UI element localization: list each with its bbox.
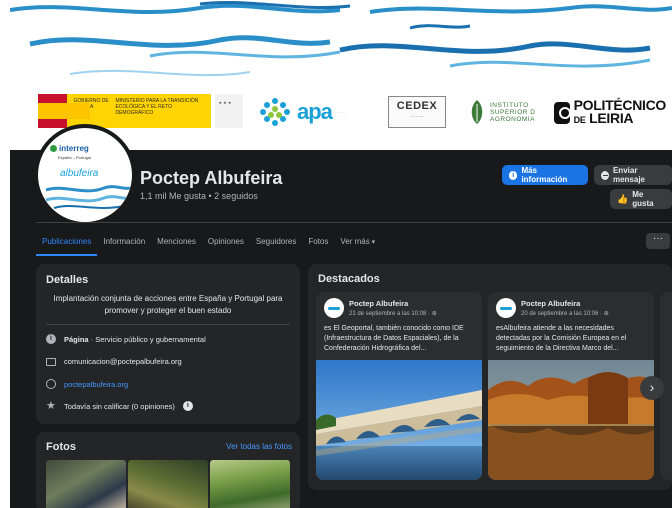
ministerio-label: MINISTERIO PARA LA TRANSICIÓN ECOLÓGICA … (115, 98, 199, 116)
cover-photo[interactable]: GOBIERNO DE ESPAÑA MINISTERIO PARA LA TR… (10, 0, 672, 150)
featured-title: Destacados (318, 273, 380, 285)
isa-line1: INSTITUTO (490, 101, 529, 109)
interreg-dot-icon (50, 145, 57, 152)
star-icon: ★ (46, 400, 56, 412)
details-title: Detalles (46, 274, 89, 286)
facebook-page: GOBIERNO DE ESPAÑA MINISTERIO PARA LA TR… (10, 0, 672, 508)
post-author[interactable]: Poctep Albufeira (521, 299, 580, 308)
rating-row: ★ Todavía sin calificar (0 opiniones) i (46, 400, 193, 412)
apa-wordmark: apa (297, 99, 333, 124)
tab-informacion[interactable]: Información (97, 230, 151, 256)
profile-logo-text: interreg (59, 144, 89, 153)
post-date[interactable]: 20 de septiembre a las 10:06 · ⊕ (521, 310, 609, 317)
more-options-button[interactable]: ··· (646, 233, 670, 249)
cedex-wordmark: CEDEX (396, 100, 438, 112)
post-author[interactable]: Poctep Albufeira (349, 299, 408, 308)
website-link[interactable]: poctepalbufeira.org (64, 380, 128, 389)
email-link[interactable]: comunicacion@poctepalbufeira.org (64, 357, 182, 366)
tab-fotos[interactable]: Fotos (302, 230, 334, 256)
profile-logo-name: albufeira (60, 168, 99, 179)
profile-waves-graphic (45, 185, 131, 209)
cedex-logo: CEDEX — — — (388, 96, 446, 128)
tab-ver-mas[interactable]: Ver más (334, 230, 381, 256)
leaf-icon (471, 100, 483, 124)
messenger-icon (601, 170, 609, 180)
cover-waves-graphic (10, 1, 672, 77)
politecnico-leiria-logo: POLITÉCNICO DE LEIRIA (554, 96, 666, 130)
like-button[interactable]: 👍 Me gusta (610, 189, 672, 209)
apa-dots-icon (260, 98, 290, 126)
featured-post[interactable]: Poctep Albufeira 20 de septiembre a las … (488, 292, 654, 480)
isa-line2: SUPERIOR D (490, 108, 536, 116)
ipl-line2: LEIRIA (589, 110, 634, 126)
details-divider (46, 324, 290, 325)
rating-info-icon[interactable]: i (182, 401, 193, 411)
spain-emblem-icon (38, 94, 91, 128)
send-message-button[interactable]: Enviar mensaje (594, 165, 672, 185)
post-avatar (496, 298, 516, 318)
post-text: esAlbufeira atiende a las necesidades de… (496, 325, 627, 352)
post-date[interactable]: 21 de septiembre a las 10:08 · ⊕ (349, 310, 437, 317)
tab-seguidores[interactable]: Seguidores (250, 230, 302, 256)
category-row: i Página · Servicio público y gubernamen… (46, 334, 206, 344)
globe-icon (46, 379, 56, 389)
bridge-photo[interactable] (316, 360, 482, 480)
post-text: es El Geoportal, también conocido como I… (324, 325, 464, 352)
tab-menciones[interactable]: Menciones (151, 230, 202, 256)
gobierno-espana-logo: GOBIERNO DE ESPAÑA MINISTERIO PARA LA TR… (38, 94, 243, 128)
mail-icon (46, 357, 56, 366)
profile-picture[interactable]: interreg España – Portugal albufeira (34, 124, 136, 226)
photos-card: Fotos Ver todas las fotos (36, 432, 300, 508)
post-avatar (324, 298, 344, 318)
send-message-label: Enviar mensaje (612, 166, 645, 184)
page-title: Poctep Albufeira (140, 168, 283, 188)
header-divider (36, 222, 672, 223)
tab-publicaciones[interactable]: Publicaciones (36, 230, 98, 256)
like-label: Me gusta (632, 190, 654, 208)
apa-logo: apa · · · · (258, 96, 373, 128)
see-all-photos-link[interactable]: Ver todas las fotos (226, 442, 292, 451)
email-row: comunicacion@poctepalbufeira.org (46, 357, 182, 366)
info-icon: i (509, 170, 518, 180)
ipl-de: DE (573, 115, 586, 125)
category-label: Página (64, 334, 89, 344)
photo-thumbnail[interactable] (46, 460, 126, 508)
isa-line3: AGRONOMIA (490, 115, 535, 123)
details-card: Detalles Implantación conjunta de accion… (36, 264, 300, 424)
rating-text: Todavía sin calificar (0 opiniones) (64, 401, 175, 411)
autumn-lake-photo[interactable] (488, 360, 654, 480)
featured-card: Destacados Poctep Albufeira 21 de septie… (308, 264, 672, 490)
page-intro: Implantación conjunta de acciones entre … (53, 294, 283, 315)
page-tabs: Publicaciones Información Menciones Opin… (36, 230, 381, 256)
website-row: poctepalbufeira.org (46, 379, 128, 389)
more-info-label: Más información (521, 166, 568, 184)
instituto-agronomia-logo: INSTITUTO SUPERIOR D AGRONOMIA (468, 96, 548, 128)
photos-title: Fotos (46, 441, 76, 453)
more-info-button[interactable]: i Más información (502, 165, 588, 185)
photo-thumbnail[interactable] (210, 460, 290, 508)
thumbs-up-icon: 👍 (617, 193, 629, 204)
photo-thumbnail[interactable] (128, 460, 208, 508)
ipl-mark-icon (554, 102, 571, 124)
page-stats[interactable]: 1,1 mil Me gusta • 2 seguidos (140, 191, 258, 201)
next-arrow-button[interactable]: › (640, 376, 664, 400)
category-value: · Servicio público y gubernamental (88, 334, 206, 344)
eu-funding-logo: ★ ★ ★ (215, 94, 243, 128)
info-icon: i (46, 334, 56, 344)
featured-post[interactable]: Poctep Albufeira 21 de septiembre a las … (316, 292, 482, 480)
tab-opiniones[interactable]: Opiniones (202, 230, 250, 256)
